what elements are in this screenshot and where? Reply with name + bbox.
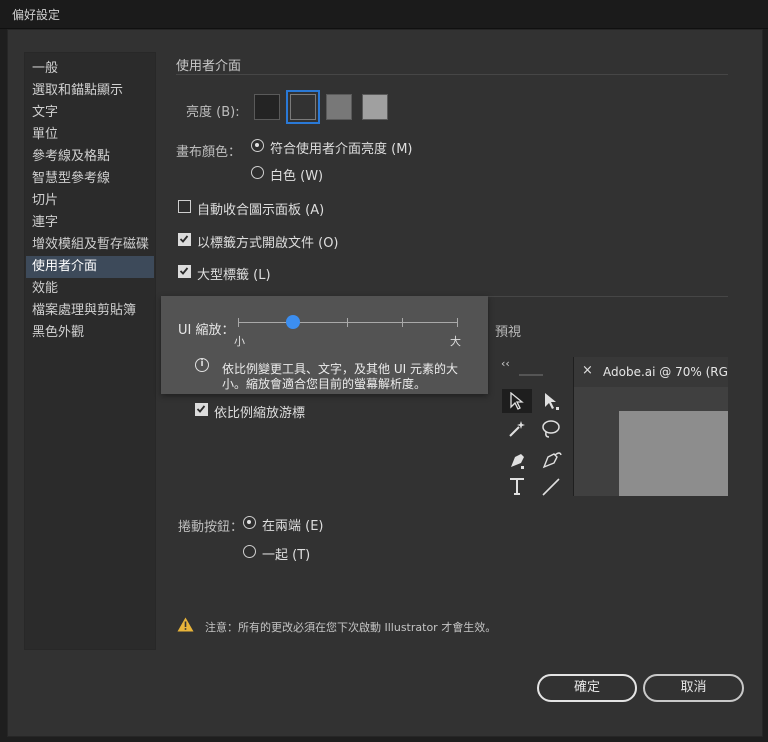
scroll-buttons-label: 捲動按鈕： — [178, 520, 244, 535]
open-as-tabs-checkbox[interactable] — [178, 233, 191, 246]
canvas-color-label: 畫布顏色： — [176, 145, 242, 160]
sidebar-item-performance[interactable]: 效能 — [26, 278, 154, 300]
preview-canvas — [574, 387, 728, 496]
ui-scaling-slider-track[interactable] — [238, 322, 458, 323]
title-bar: 偏好設定 — [0, 0, 768, 29]
preview-document-tab: × Adobe.ai @ 70% (RGB/ — [574, 357, 728, 387]
preview-label: 預視 — [495, 325, 522, 340]
cancel-button[interactable]: 取消 — [643, 674, 744, 702]
preview-tab-title: Adobe.ai @ 70% (RGB/ — [603, 365, 728, 379]
direct-selection-tool-icon — [545, 393, 559, 410]
line-segment-tool-icon — [542, 478, 560, 496]
panel-collapse-icon: ‹‹ — [501, 357, 510, 370]
scroll-buttons-both-ends-radio[interactable] — [243, 516, 256, 529]
scale-cursor-checkbox[interactable] — [195, 403, 208, 416]
preview-tools-panel: ‹‹ — [495, 357, 574, 496]
auto-collapse-checkbox[interactable] — [178, 200, 191, 213]
scroll-buttons-together-radio[interactable] — [243, 545, 256, 558]
restart-note: 注意：所有的更改必須在您下次啟動 Illustrator 才會生效。 — [205, 621, 497, 634]
type-tool-icon — [510, 478, 524, 495]
scroll-buttons-both-ends-label[interactable]: 在兩端 (E) — [262, 515, 324, 534]
sidebar: 一般 選取和錨點顯示 文字 單位 參考線及格點 智慧型參考線 切片 連字 增效模… — [24, 52, 156, 650]
sidebar-item-smart-guides[interactable]: 智慧型參考線 — [26, 168, 154, 190]
ui-scaling-min-label: 小 — [234, 335, 245, 348]
magic-wand-tool-icon — [509, 421, 525, 437]
info-icon: i — [195, 358, 209, 372]
sidebar-item-general[interactable]: 一般 — [26, 58, 154, 80]
large-tabs-label[interactable]: 大型標籤 (L) — [197, 264, 271, 283]
selection-tool-icon — [510, 392, 524, 410]
brightness-swatch-medium-dark[interactable] — [286, 90, 320, 124]
ok-button[interactable]: 確定 — [537, 674, 637, 702]
slider-tick — [238, 318, 239, 327]
brightness-swatch-medium-light[interactable] — [326, 94, 352, 120]
slider-tick — [347, 318, 348, 327]
sidebar-item-guides-grid[interactable]: 參考線及格點 — [26, 146, 154, 168]
tab-close-icon: × — [582, 363, 593, 378]
preview-image: ‹‹ × Adobe.ai @ 70% (RGB/ — [495, 357, 728, 496]
brightness-swatch-dark[interactable] — [254, 94, 280, 120]
preview-artboard — [619, 411, 728, 496]
ui-scaling-divider — [488, 296, 728, 297]
ui-scaling-label: UI 縮放： — [178, 323, 235, 338]
brightness-label: 亮度 (B): — [186, 105, 240, 120]
scroll-buttons-together-label[interactable]: 一起 (T) — [262, 544, 310, 563]
sidebar-item-hyphenation[interactable]: 連字 — [26, 212, 154, 234]
sidebar-item-selection-anchor-display[interactable]: 選取和錨點顯示 — [26, 80, 154, 102]
warning-icon — [177, 617, 194, 632]
slider-tick — [457, 318, 458, 327]
auto-collapse-label[interactable]: 自動收合圖示面板 (A) — [197, 199, 324, 218]
lasso-tool-icon — [542, 420, 560, 438]
sidebar-item-units[interactable]: 單位 — [26, 124, 154, 146]
checkmark-icon — [179, 235, 189, 243]
sidebar-item-user-interface[interactable]: 使用者介面 — [26, 256, 154, 278]
brightness-swatch-light[interactable] — [362, 94, 388, 120]
checkmark-icon — [179, 267, 189, 275]
window-title: 偏好設定 — [12, 8, 61, 22]
sidebar-item-type[interactable]: 文字 — [26, 102, 154, 124]
sidebar-item-appearance-of-black[interactable]: 黑色外觀 — [26, 322, 154, 344]
slider-tick — [402, 318, 403, 327]
panel-grip — [519, 374, 543, 376]
open-as-tabs-label[interactable]: 以標籤方式開啟文件 (O) — [197, 232, 339, 251]
canvas-color-match-radio[interactable] — [251, 139, 264, 152]
section-divider — [176, 74, 728, 75]
canvas-color-white-radio[interactable] — [251, 166, 264, 179]
ui-scaling-max-label: 大 — [450, 335, 461, 348]
canvas-color-white-label[interactable]: 白色 (W) — [270, 165, 323, 184]
scale-cursor-label[interactable]: 依比例縮放游標 — [214, 402, 305, 421]
checkmark-icon — [196, 405, 206, 413]
curvature-tool-icon — [542, 452, 562, 469]
ui-scaling-slider-knob[interactable] — [286, 315, 300, 329]
ui-scaling-info-line2: 小。縮放會適合您目前的螢幕解析度。 — [222, 377, 427, 391]
canvas-color-match-label[interactable]: 符合使用者介面亮度 (M) — [270, 138, 413, 157]
large-tabs-checkbox[interactable] — [178, 265, 191, 278]
sidebar-item-plugins-scratch-disks[interactable]: 增效模組及暫存磁碟 — [26, 234, 154, 256]
sidebar-item-slices[interactable]: 切片 — [26, 190, 154, 212]
section-title: 使用者介面 — [176, 59, 242, 74]
pen-tool-icon — [511, 454, 524, 469]
sidebar-item-file-handling-clipboard[interactable]: 檔案處理與剪貼簿 — [26, 300, 154, 322]
